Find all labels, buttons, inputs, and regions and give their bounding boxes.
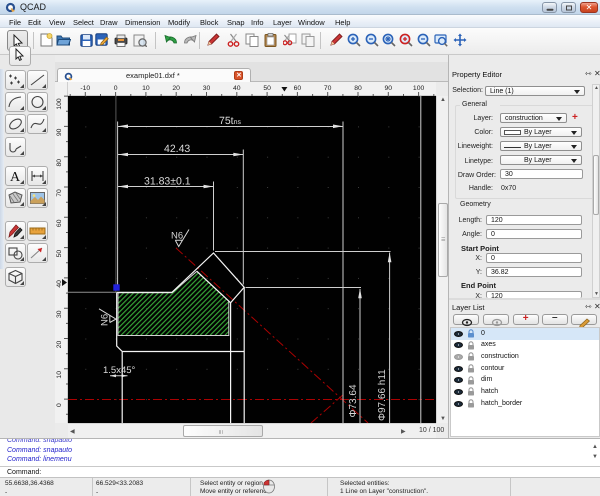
svg-text:80: 80 [354, 85, 362, 92]
svg-text:31.83±0.1: 31.83±0.1 [144, 176, 191, 188]
svg-text:60: 60 [56, 219, 63, 227]
svg-text:90: 90 [56, 128, 63, 136]
svg-text:50: 50 [263, 85, 271, 92]
svg-text:60: 60 [294, 85, 302, 92]
svg-text:0: 0 [56, 403, 63, 407]
svg-text:40: 40 [233, 85, 241, 92]
svg-text:10: 10 [142, 85, 150, 92]
svg-text:0: 0 [114, 85, 118, 92]
svg-text:20: 20 [56, 341, 63, 349]
svg-text:30: 30 [56, 310, 63, 318]
svg-text:Φ97.66 h11: Φ97.66 h11 [377, 369, 388, 421]
svg-text:100: 100 [413, 85, 425, 92]
svg-text:80: 80 [56, 159, 63, 167]
svg-text:Φ73.64: Φ73.64 [348, 384, 359, 417]
svg-text:70: 70 [324, 85, 332, 92]
svg-text:100: 100 [56, 98, 63, 110]
svg-text:50: 50 [56, 250, 63, 258]
svg-text:N6: N6 [100, 314, 111, 326]
svg-text:40: 40 [56, 280, 63, 288]
svg-text:30: 30 [203, 85, 211, 92]
svg-text:70: 70 [56, 189, 63, 197]
svg-text:N6: N6 [171, 231, 183, 242]
svg-text:10: 10 [56, 371, 63, 379]
svg-text:20: 20 [172, 85, 180, 92]
svg-text:1.5x45°: 1.5x45° [103, 365, 136, 376]
svg-text:90: 90 [385, 85, 393, 92]
svg-text:-10: -10 [80, 85, 90, 92]
svg-text:42.43: 42.43 [164, 143, 190, 155]
